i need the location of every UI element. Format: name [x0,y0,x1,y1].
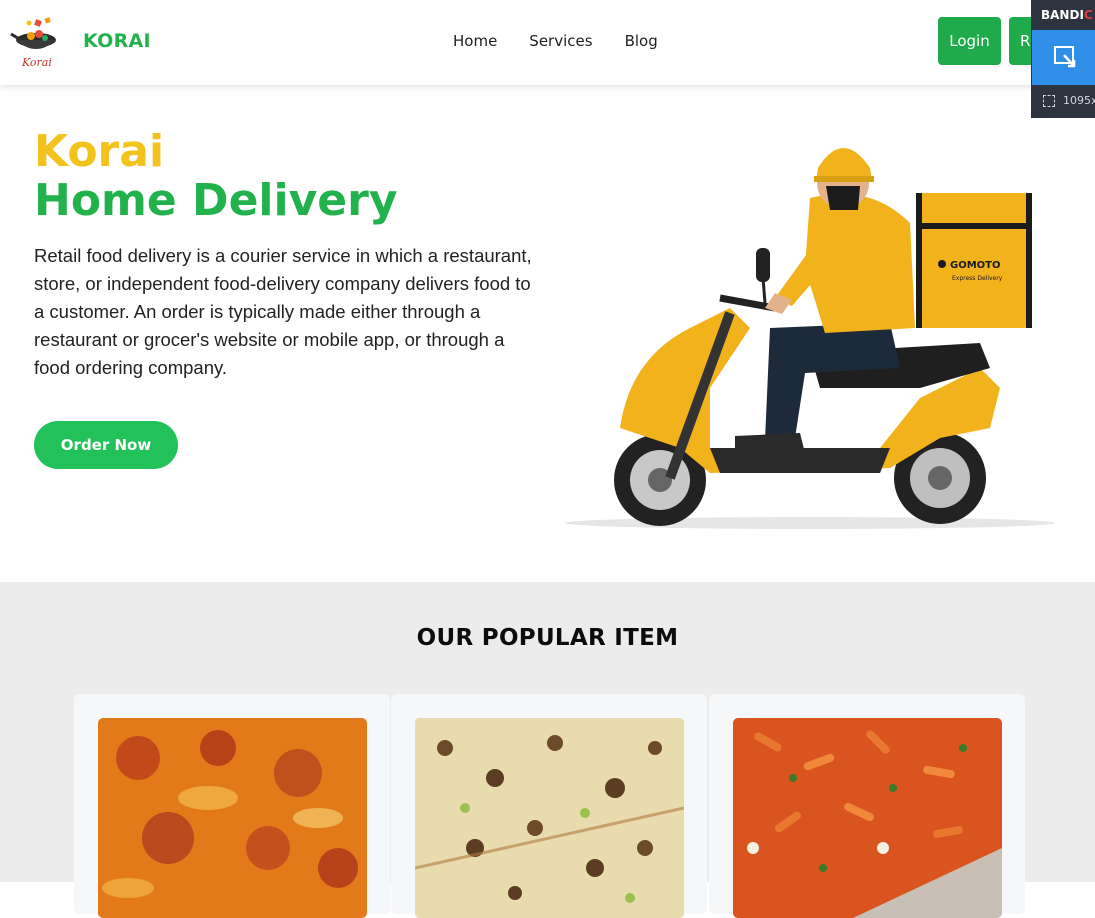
nav-services-link[interactable]: Services [529,32,592,50]
recorder-title: BANDIC [1041,8,1093,22]
main-nav: Home Services Blog [453,32,690,50]
recorder-select-area-button[interactable] [1032,30,1095,85]
popular-section-title: OUR POPULAR ITEM [416,625,679,651]
dashed-box-icon [1043,94,1055,107]
order-now-button[interactable]: Order Now [34,421,178,469]
login-button[interactable]: Login [938,17,1001,65]
korai-logo-icon[interactable]: Korai [9,14,61,70]
select-area-icon [1054,46,1076,68]
logo-text: Korai [21,56,52,69]
hero-description: Retail food delivery is a courier servic… [34,245,532,378]
pizza-mushroom-photo[interactable] [415,718,684,918]
delivery-scooter-illustration: GOMOTO Express Delivery [560,128,1055,533]
bag-brand-text: GOMOTO [950,260,1000,271]
pizza-meat-photo[interactable] [98,718,367,918]
brand-name[interactable]: KORAI [83,30,151,52]
bag-subtitle-text: Express Delivery [952,275,1003,282]
hero-title-korai: Korai [34,126,165,177]
popular-items-section: OUR POPULAR ITEM [0,582,1095,918]
nav-blog-link[interactable]: Blog [625,32,658,50]
popular-item-card[interactable] [74,694,390,918]
recorder-overlay: BANDIC 1095x [1031,0,1095,118]
pizza-pasta-photo[interactable] [733,718,1002,918]
top-navbar: Korai KORAI Home Services Blog Login R [0,0,1095,85]
popular-item-card[interactable] [391,694,707,918]
nav-home-link[interactable]: Home [453,32,497,50]
recorder-size-readout: 1095x [1043,94,1095,107]
hero-title-delivery: Home Delivery [34,175,398,226]
popular-item-card[interactable] [709,694,1025,918]
